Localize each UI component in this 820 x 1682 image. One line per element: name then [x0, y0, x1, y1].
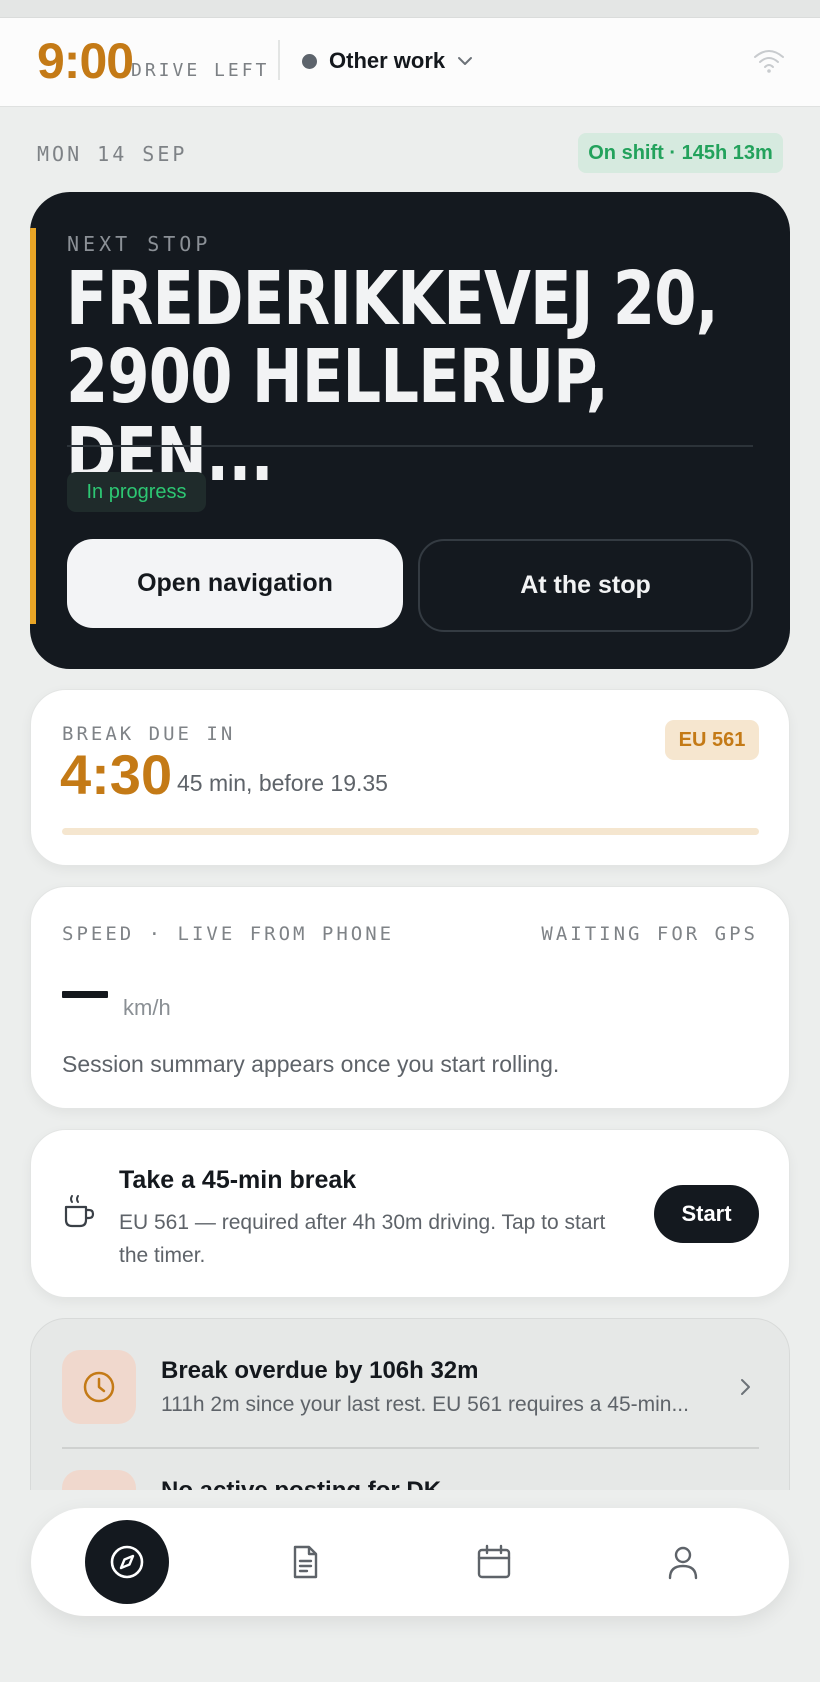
speed-value: — [62, 967, 63, 968]
take-break-card: Take a 45-min break EU 561 — required af… [30, 1129, 790, 1298]
alert-description: 111h 2m since your last rest. EU 561 req… [161, 1393, 689, 1416]
person-icon [668, 1546, 698, 1580]
alert-title: Break overdue by 106h 32m [161, 1357, 479, 1384]
stop-address-line-2: 2900 HELLERUP, DEN... [66, 334, 609, 498]
nav-profile-tab[interactable] [641, 1520, 725, 1604]
regulation-badge: EU 561 [665, 720, 759, 760]
speed-value-placeholder [62, 991, 108, 998]
break-countdown: 4:30 [60, 743, 173, 806]
open-navigation-button[interactable]: Open navigation [67, 539, 403, 628]
status-strip [0, 0, 820, 18]
alerts-viewport: Break overdue by 106h 32m 111h 2m since … [30, 1318, 790, 1490]
alerts-card: Break overdue by 106h 32m 111h 2m since … [30, 1318, 790, 1490]
break-note: 45 min, before 19.35 [177, 770, 388, 796]
take-break-title: Take a 45-min break [119, 1166, 357, 1194]
alert-icon-container [62, 1350, 136, 1424]
bottom-navigation [31, 1508, 789, 1616]
header-divider [278, 40, 280, 80]
stop-divider [67, 445, 753, 447]
start-break-button[interactable]: Start [654, 1185, 759, 1243]
stop-status-badge: In progress [67, 472, 206, 512]
top-header: 9:00 DRIVE LEFT Other work [0, 18, 820, 107]
drive-left-label: DRIVE LEFT [131, 60, 270, 81]
speed-label: SPEED · LIVE FROM PHONE [62, 923, 395, 945]
take-break-description: EU 561 — required after 4h 30m driving. … [119, 1211, 606, 1267]
next-stop-card: NEXT STOP FREDERIKKEVEJ 20, 2900 HELLERU… [30, 192, 790, 669]
document-icon [293, 1545, 318, 1579]
stop-address: FREDERIKKEVEJ 20, 2900 HELLERUP, DEN... [66, 260, 763, 494]
session-summary-note: Session summary appears once you start r… [62, 1051, 560, 1077]
wifi-icon [754, 50, 784, 73]
activity-status-dot [302, 54, 317, 69]
coffee-cup-icon [64, 1195, 95, 1228]
at-the-stop-button[interactable]: At the stop [418, 539, 753, 632]
calendar-icon [477, 1544, 511, 1579]
next-stop-label: NEXT STOP [67, 232, 212, 256]
activity-status-selector[interactable]: Other work [329, 48, 445, 74]
nav-documents-tab[interactable] [263, 1520, 347, 1604]
stop-address-line-1: FREDERIKKEVEJ 20, [66, 256, 719, 342]
gps-status: WAITING FOR GPS [541, 923, 758, 945]
speed-unit: km/h [123, 995, 171, 1020]
chevron-right-icon[interactable] [735, 1375, 755, 1399]
alert-icon-container [62, 1470, 136, 1490]
current-date: MON 14 SEP [37, 142, 188, 166]
shift-status-badge: On shift · 145h 13m [578, 133, 783, 173]
nav-drive-tab[interactable] [85, 1520, 169, 1604]
drive-time-remaining: 9:00 [37, 33, 134, 89]
chevron-down-icon[interactable] [455, 51, 475, 71]
alert-title: No active posting for DK [161, 1477, 441, 1490]
alert-divider [62, 1447, 759, 1449]
break-due-card: BREAK DUE IN 4:30 45 min, before 19.35 E… [30, 689, 790, 866]
nav-calendar-tab[interactable] [452, 1520, 536, 1604]
clock-icon [83, 1371, 115, 1403]
stop-accent-bar [30, 228, 36, 624]
compass-icon [110, 1545, 144, 1579]
break-progress-bar [62, 828, 759, 835]
speed-card: SPEED · LIVE FROM PHONE WAITING FOR GPS … [30, 886, 790, 1109]
